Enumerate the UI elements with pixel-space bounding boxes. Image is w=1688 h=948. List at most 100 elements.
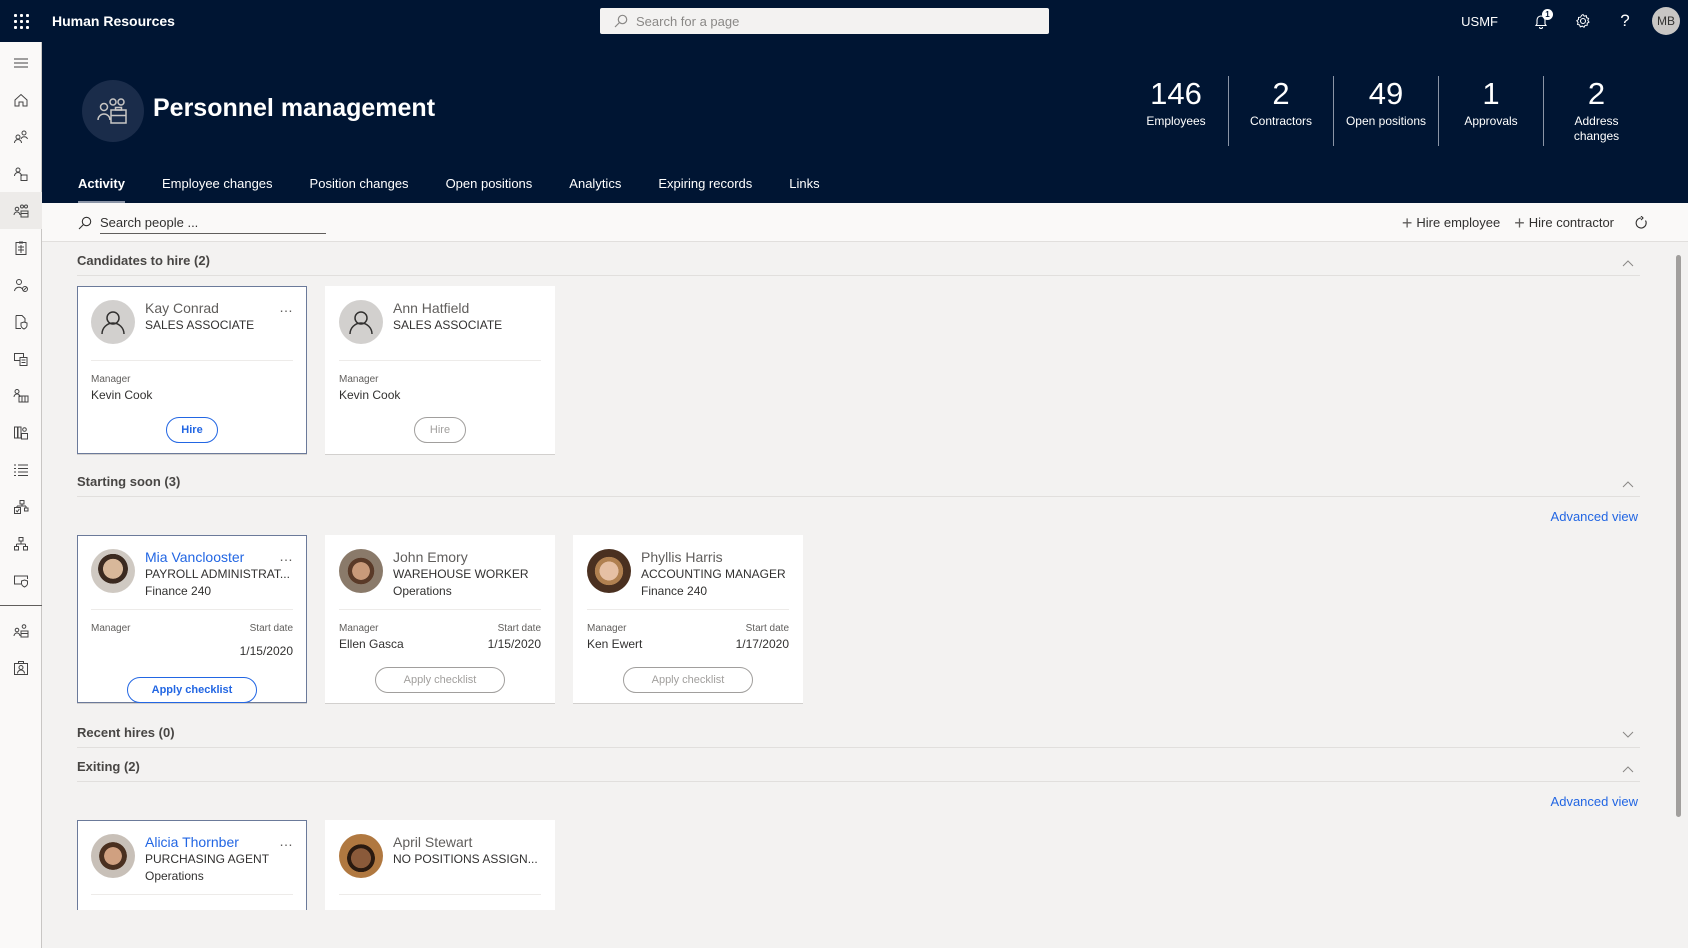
settings-button[interactable] — [1562, 0, 1604, 42]
kpi-value: 2 — [1272, 76, 1290, 111]
person-card[interactable]: Alicia Thornber PURCHASING AGENT Operati… — [77, 820, 307, 910]
personnel-management-icon — [97, 98, 127, 124]
nav-screen-shield[interactable] — [0, 562, 42, 599]
nav-people-document[interactable] — [0, 155, 42, 192]
person-name-link[interactable]: Mia Vanclooster — [145, 549, 290, 566]
person-card[interactable]: Kay Conrad SALES ASSOCIATE … Manager Kev… — [77, 286, 307, 454]
app-launcher-button[interactable] — [0, 0, 42, 42]
hire-button[interactable]: Hire — [414, 417, 466, 443]
document-shield-icon — [15, 314, 28, 330]
nav-document-shield[interactable] — [0, 303, 42, 340]
page-search-input[interactable]: Search for a page — [600, 8, 1049, 34]
help-button[interactable]: ? — [1604, 0, 1646, 42]
clipboard-icon — [15, 241, 27, 255]
kpi-address-changes[interactable]: 2 Address changes — [1544, 76, 1649, 146]
section-header-recent-hires[interactable]: Recent hires (0) — [77, 714, 1640, 748]
page-search-placeholder: Search for a page — [636, 13, 740, 29]
app-title: Human Resources — [52, 13, 175, 29]
notifications-button[interactable]: 1 — [1520, 0, 1562, 42]
avatar-placeholder — [91, 300, 135, 344]
section-header-starting-soon[interactable]: Starting soon (3) — [77, 463, 1640, 497]
nav-clipboard[interactable] — [0, 229, 42, 266]
manager-name: Kevin Cook — [339, 388, 401, 402]
section-header-exiting[interactable]: Exiting (2) — [77, 748, 1640, 782]
refresh-icon — [1635, 215, 1647, 229]
person-icon — [349, 311, 373, 335]
nav-person-blocked[interactable] — [0, 266, 42, 303]
nav-card-document[interactable] — [0, 340, 42, 377]
kpi-open-positions[interactable]: 49 Open positions — [1334, 76, 1439, 146]
nav-person-team[interactable] — [0, 377, 42, 414]
apply-checklist-button[interactable]: Apply checklist — [623, 667, 753, 693]
nav-org-chart[interactable] — [0, 525, 42, 562]
gear-icon — [1576, 13, 1590, 29]
kpi-value: 49 — [1368, 76, 1404, 111]
nav-person-swap[interactable] — [0, 649, 42, 686]
kpi-employees[interactable]: 146 Employees — [1124, 76, 1229, 146]
page-title: Personnel management — [153, 94, 436, 122]
nav-people-briefcase[interactable] — [0, 612, 42, 649]
person-photo — [339, 834, 383, 878]
exiting-cards: Alicia Thornber PURCHASING AGENT Operati… — [77, 820, 1640, 910]
person-department: Finance 240 — [641, 584, 708, 598]
kpi-contractors[interactable]: 2 Contractors — [1229, 76, 1334, 146]
tab-activity[interactable]: Activity — [78, 174, 125, 203]
person-name: Ann Hatfield — [393, 300, 470, 316]
nav-home[interactable] — [0, 81, 42, 118]
advanced-view-link[interactable]: Advanced view — [77, 782, 1640, 818]
chevron-up-icon[interactable] — [1622, 480, 1634, 488]
person-icon — [101, 311, 125, 335]
search-people-input[interactable] — [100, 212, 326, 234]
binder-briefcase-icon — [14, 426, 28, 439]
kpi-label: Address changes — [1573, 114, 1620, 143]
person-card[interactable]: John Emory WAREHOUSE WORKER Operations M… — [325, 535, 555, 703]
person-job-title: PURCHASING AGENT — [145, 852, 270, 866]
manager-label: Manager — [91, 374, 131, 385]
hire-contractor-button[interactable]: + Hire contractor — [1514, 214, 1614, 232]
home-icon — [14, 93, 28, 106]
more-options-icon[interactable]: … — [279, 548, 294, 564]
nav-binder-briefcase[interactable] — [0, 414, 42, 451]
vertical-scrollbar[interactable] — [1676, 255, 1681, 817]
nav-personnel-management[interactable] — [0, 192, 42, 229]
tab-position-changes[interactable]: Position changes — [310, 174, 409, 203]
tab-analytics[interactable]: Analytics — [569, 174, 621, 203]
tab-bar: Activity Employee changes Position chang… — [78, 174, 857, 203]
tab-employee-changes[interactable]: Employee changes — [162, 174, 273, 203]
org-check-icon — [14, 499, 29, 514]
kpi-approvals[interactable]: 1 Approvals — [1439, 76, 1544, 146]
person-name-link[interactable]: Alicia Thornber — [145, 834, 269, 851]
section-header-candidates[interactable]: Candidates to hire (2) — [77, 242, 1640, 276]
company-selector[interactable]: USMF — [1461, 14, 1498, 29]
page-header: Personnel management 146 Employees 2 Con… — [42, 42, 1688, 203]
hire-button[interactable]: Hire — [166, 417, 218, 443]
person-card[interactable]: Mia Vanclooster PAYROLL ADMINISTRAT... F… — [77, 535, 307, 703]
apply-checklist-button[interactable]: Apply checklist — [127, 677, 257, 703]
refresh-button[interactable] — [1634, 215, 1648, 230]
person-card[interactable]: April Stewart NO POSITIONS ASSIGN... — [325, 820, 555, 910]
apply-checklist-button[interactable]: Apply checklist — [375, 667, 505, 693]
chevron-up-icon[interactable] — [1622, 259, 1634, 267]
tab-open-positions[interactable]: Open positions — [446, 174, 533, 203]
person-card[interactable]: Phyllis Harris ACCOUNTING MANAGER Financ… — [573, 535, 803, 703]
section-title: Candidates to hire (2) — [77, 253, 210, 268]
chevron-up-icon[interactable] — [1622, 765, 1634, 773]
question-icon: ? — [1620, 11, 1630, 30]
nav-org-check[interactable] — [0, 488, 42, 525]
chevron-down-icon[interactable] — [1622, 731, 1634, 739]
nav-people[interactable] — [0, 118, 42, 155]
person-job-title: NO POSITIONS ASSIGN... — [393, 852, 538, 866]
user-avatar[interactable]: MB — [1652, 7, 1680, 35]
tab-expiring-records[interactable]: Expiring records — [658, 174, 752, 203]
person-card[interactable]: Ann Hatfield SALES ASSOCIATE Manager Kev… — [325, 286, 555, 454]
nav-list[interactable] — [0, 451, 42, 488]
kpi-tiles: 146 Employees 2 Contractors 49 Open posi… — [1124, 76, 1649, 146]
more-options-icon[interactable]: … — [279, 299, 294, 315]
nav-menu-toggle[interactable] — [0, 44, 42, 81]
more-options-icon[interactable]: … — [279, 833, 294, 849]
hire-employee-button[interactable]: + Hire employee — [1402, 214, 1500, 232]
tab-links[interactable]: Links — [789, 174, 819, 203]
workspace-icon-badge — [82, 80, 144, 142]
advanced-view-link[interactable]: Advanced view — [77, 497, 1640, 533]
search-icon — [78, 216, 92, 230]
